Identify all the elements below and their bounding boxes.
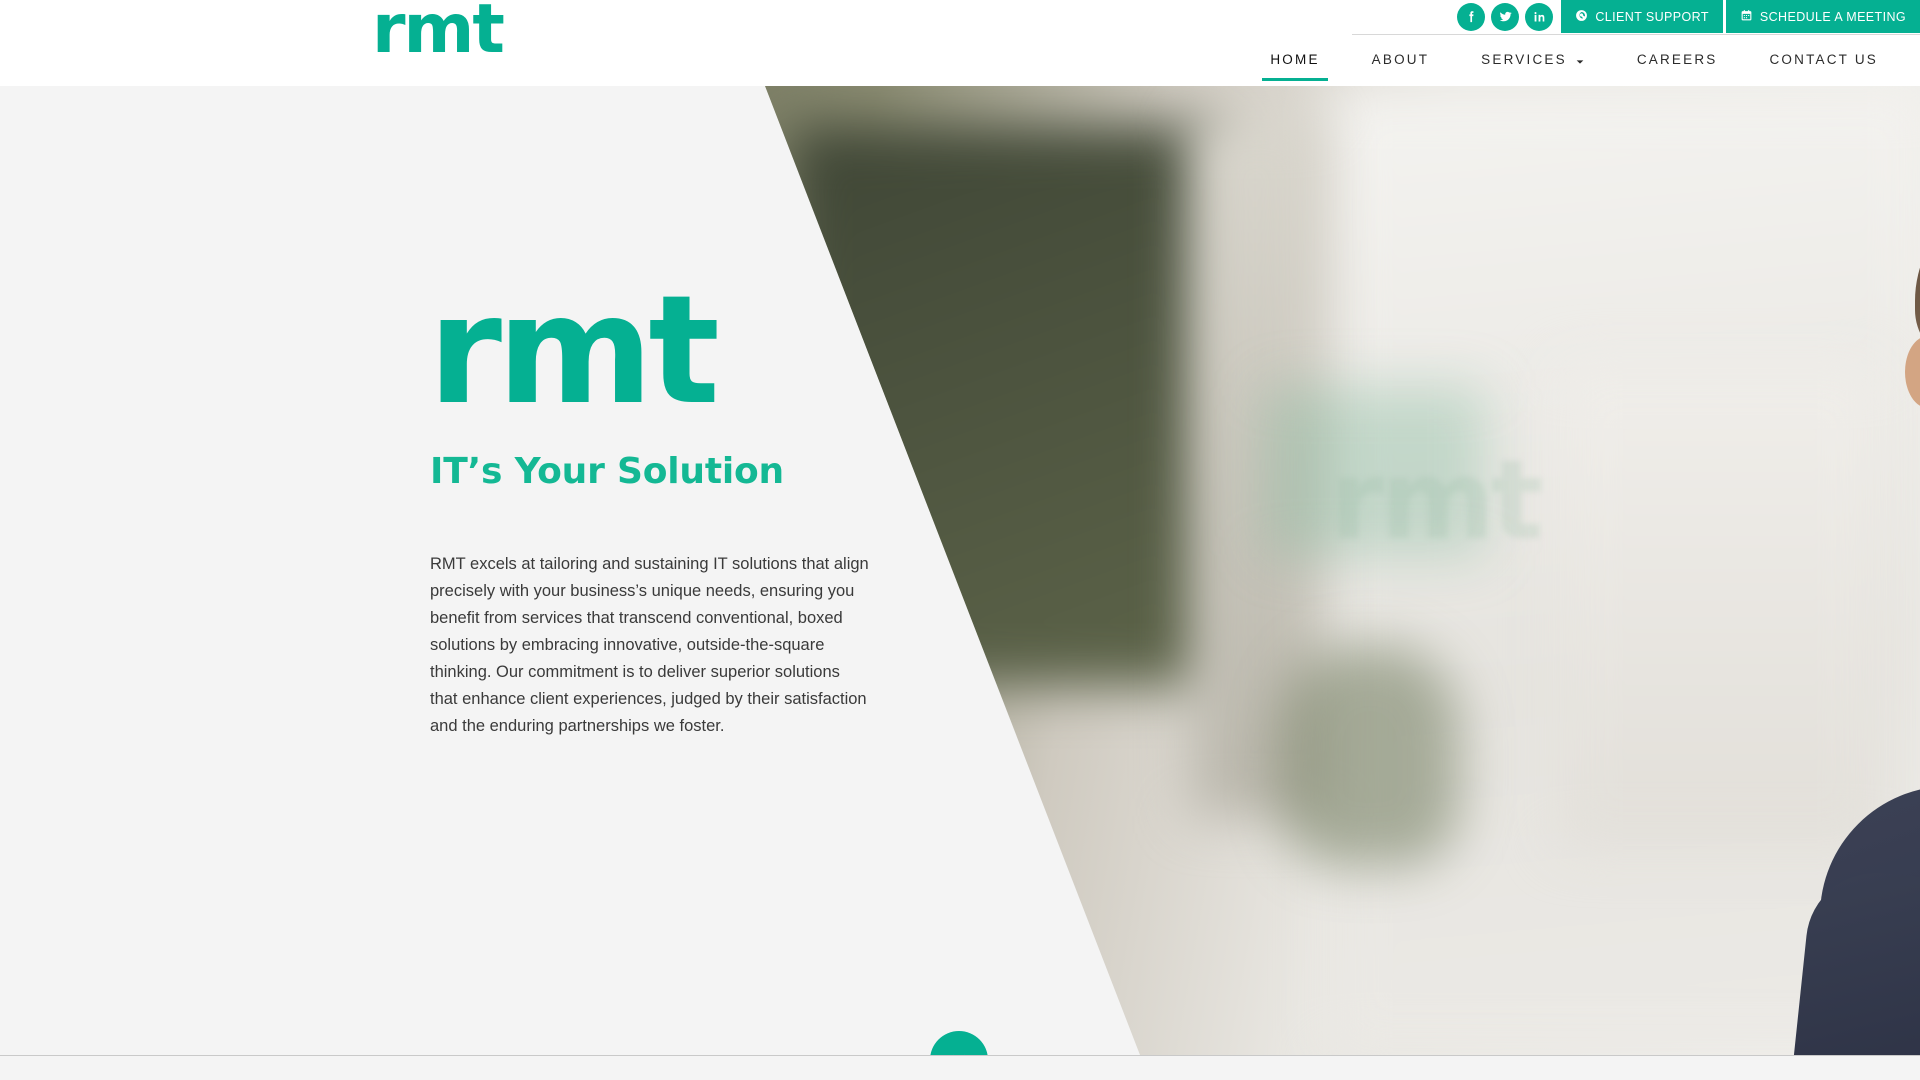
nav-item-about[interactable]: ABOUT xyxy=(1346,44,1456,81)
nav-divider xyxy=(1352,34,1920,35)
chevron-down-icon xyxy=(946,1046,972,1055)
client-support-label: CLIENT SUPPORT xyxy=(1595,9,1709,24)
nav-label-contact-us: CONTACT US xyxy=(1769,52,1878,67)
facebook-icon[interactable] xyxy=(1457,2,1486,31)
top-utility-bar: CLIENT SUPPORT SCHEDULE A MEETING xyxy=(1457,0,1920,33)
site-header: rmt CLIENT SUPPORT SCHEDULE A MEETING HO… xyxy=(0,0,1920,86)
nav-label-about: ABOUT xyxy=(1371,52,1430,67)
nav-item-home[interactable]: HOME xyxy=(1244,44,1345,81)
nav-label-careers: CAREERS xyxy=(1636,52,1718,67)
calendar-icon xyxy=(1740,9,1753,25)
nav-item-careers[interactable]: CAREERS xyxy=(1611,44,1744,81)
hero-portrait-person xyxy=(940,86,1920,1055)
nav-item-contact-us[interactable]: CONTACT US xyxy=(1743,44,1904,81)
hero-wordmark: rmt xyxy=(428,264,720,438)
hero-photo: rmt xyxy=(765,86,1920,1055)
hero-description: RMT excels at tailoring and sustaining I… xyxy=(430,555,869,735)
schedule-meeting-label: SCHEDULE A MEETING xyxy=(1759,9,1906,24)
main-navigation: HOME ABOUT SERVICES CAREERS CONTACT US xyxy=(1244,44,1904,81)
chevron-down-icon xyxy=(1575,55,1585,65)
schedule-meeting-button[interactable]: SCHEDULE A MEETING xyxy=(1725,0,1920,33)
linkedin-icon[interactable] xyxy=(1525,2,1554,31)
nav-item-services[interactable]: SERVICES xyxy=(1455,44,1611,81)
nav-label-home: HOME xyxy=(1270,52,1320,67)
hero-tagline: IT’s Your Solution xyxy=(430,451,784,492)
hero-section: rmt rmt IT’s Your Solution RMT excels at… xyxy=(0,86,1920,1055)
twitter-icon[interactable] xyxy=(1491,2,1520,31)
scroll-down-button[interactable] xyxy=(930,1031,988,1055)
page-below-fold xyxy=(0,1055,1920,1080)
client-support-button[interactable]: CLIENT SUPPORT xyxy=(1561,0,1723,33)
section-divider xyxy=(0,1055,1920,1056)
nav-label-services: SERVICES xyxy=(1481,52,1567,67)
support-icon xyxy=(1575,9,1588,25)
site-logo[interactable]: rmt xyxy=(372,0,505,64)
social-links xyxy=(1457,2,1554,31)
